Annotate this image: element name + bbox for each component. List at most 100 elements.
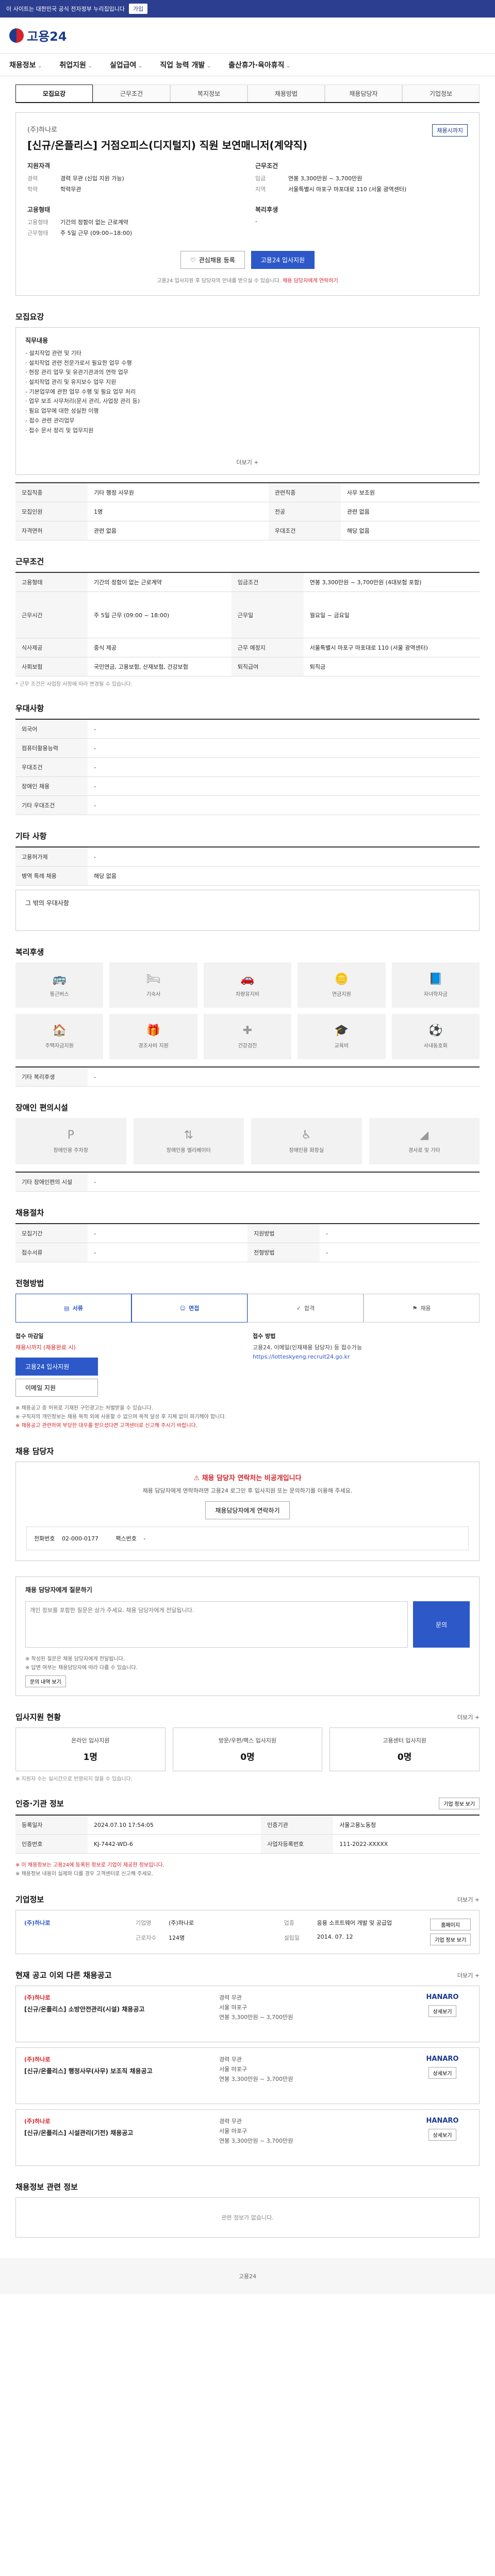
section-title: 모집요강	[15, 312, 44, 321]
nav-item-benefits[interactable]: 실업급여	[110, 60, 142, 70]
tab-requirements[interactable]: 모집요강	[15, 84, 93, 102]
row-label: 기타 장애인편의 시설	[15, 1172, 88, 1192]
process-notes: ※ 채용공고 중 허위로 기재된 구인광고는 처벌받을 수 있습니다. ※ 구직…	[15, 1404, 480, 1430]
company-detail-button[interactable]: 기업 정보 보기	[430, 1934, 471, 1946]
tab-contact[interactable]: 채용담당자	[325, 84, 402, 102]
job-card[interactable]: (주)하나로 [신규/온플리스] 소방안전관리(시설) 채용공고 경력 무관 서…	[15, 1986, 480, 2043]
other-jobs-more-link[interactable]: 더보기 +	[457, 1971, 480, 1979]
job-card-company: (주)하나로	[24, 2118, 51, 2125]
row-value: -	[88, 738, 480, 758]
company-more-link[interactable]: 더보기 +	[457, 1895, 480, 1904]
logo[interactable]: 고용24	[9, 26, 67, 44]
table-row: 기타 우대조건 -	[15, 795, 480, 815]
company-value: (주)하나로	[169, 1920, 194, 1927]
nav-item-training[interactable]: 직업 능력 개발	[160, 60, 211, 70]
company-info-button[interactable]: 기업 정보 보기	[439, 1798, 480, 1810]
contact-recruiter-button[interactable]: 채용담당자에게 연락하기	[205, 1501, 290, 1520]
apply-info: 접수 마감일 채용시까지 (채용완료 시) 고용24 입사지원 이메일 지원 접…	[15, 1332, 480, 1397]
job-card[interactable]: (주)하나로 [신규/온플리스] 시설관리(기전) 채용공고 경력 무관 서울 …	[15, 2109, 480, 2166]
related-empty: 관련 정보가 없습니다.	[15, 2197, 480, 2238]
row-value: 국민연금, 고용보험, 산재보험, 건강보험	[88, 657, 232, 676]
company-box: (주)하나로 기업명 (주)하나로 업종 응용 소프트웨어 개발 및 공급업 근로자…	[15, 1910, 480, 1955]
row-label: 지원방법	[248, 1224, 320, 1243]
status-more-link[interactable]: 더보기 +	[457, 1713, 480, 1721]
inquiry-submit-button[interactable]: 문의	[413, 1601, 470, 1648]
company-label: 설립일	[284, 1935, 300, 1942]
tab-welfare[interactable]: 복지정보	[170, 84, 248, 102]
certification-section: 인증·기관 정보 기업 정보 보기 등록일자 2024.07.10 17:54:0…	[15, 1798, 480, 1878]
inquiry-history-button[interactable]: 문의 내역 보기	[25, 1675, 66, 1688]
phone-label: 전화번호	[34, 1535, 55, 1543]
row-label: 고용허가제	[15, 847, 88, 867]
parking-icon: P	[67, 1129, 74, 1142]
homepage-button[interactable]: 홈페이지	[430, 1919, 471, 1931]
apply-method-value: 고용24, 이메일(인재채용 담당자) 등 접수가능	[253, 1344, 362, 1351]
procedure-section: 채용절차 모집기간 - 지원방법 - 접수서류 - 전형방법 -	[15, 1207, 480, 1262]
interest-button-label: 관심채용 등록	[199, 257, 235, 264]
employment-type-block: 고용형태 고용형태 기간의 정함이 없는 근로계약 근무형태 주 5일 근무 (09…	[27, 205, 240, 240]
step-document: ▤ 서류	[15, 1294, 131, 1323]
row-label: 임금조건	[231, 572, 304, 592]
join-button[interactable]: 가입	[129, 4, 148, 14]
row-value: 해당 없음	[340, 521, 480, 540]
row-value: 서울고용노동청	[333, 1815, 480, 1835]
note-line: ※ 채용공고 관련하여 부당한 대우를 받으셨다면 고객센터로 신고해 주시기 …	[15, 1422, 197, 1429]
welfare-summary-value: -	[255, 218, 257, 225]
company-name-highlight: (주)하나로	[24, 1920, 51, 1927]
row-value: 1명	[88, 502, 269, 521]
job-detail-button[interactable]: 상세보기	[428, 2067, 457, 2079]
row-value: 2024.07.10 17:54:05	[88, 1815, 261, 1835]
apply-method-link[interactable]: https://lotteskyeng.recruit24.go.kr	[253, 1352, 480, 1362]
table-row: 기타 장애인편의 시설 -	[15, 1172, 480, 1192]
tab-company[interactable]: 기업정보	[402, 84, 480, 102]
facility-item: ♿ 장애인용 화장실	[251, 1118, 362, 1164]
condition-heading: 근무조건	[255, 162, 278, 170]
contact-warning: ⚠ 채용 담당자 연락처는 비공개입니다	[26, 1472, 469, 1482]
other-preferred-label: 그 밖의 우대사항	[25, 900, 69, 907]
table-row: 식사제공 중식 제공 근무 예정지 서울특별시 마포구 마포대로 110 (서울 광역…	[15, 638, 480, 657]
more-link[interactable]: 더보기 +	[25, 458, 470, 466]
apply-button-bottom[interactable]: 고용24 입사지원	[15, 1357, 98, 1376]
education-label: 학력	[27, 186, 38, 193]
nav-item-support[interactable]: 취업지원	[59, 60, 92, 70]
contact-recruiter-link[interactable]: 채용 담당자에게 연락하기	[283, 278, 338, 284]
row-value: -	[88, 719, 480, 739]
step-pass: ✓ 합격	[248, 1294, 364, 1323]
company-logo: HANARO	[426, 1993, 459, 2002]
row-value: -	[320, 1224, 480, 1243]
job-card-title[interactable]: [신규/온플리스] 소방안전관리(시설) 채용공고	[24, 2005, 211, 2013]
row-label: 전공	[268, 502, 341, 521]
procedure-table: 모집기간 - 지원방법 - 접수서류 - 전형방법 -	[15, 1223, 480, 1262]
other-section: 기타 사항 고용허가제 - 병역 특례 채용 해당 없음 그 밖의 우대사항	[15, 831, 480, 931]
conditions-note: * 근무 조건은 사업장 사정에 따라 변경될 수 있습니다.	[15, 682, 133, 687]
nav-item-leave[interactable]: 출산휴가·육아휴직	[228, 60, 290, 70]
row-value: -	[88, 847, 480, 867]
job-card-title[interactable]: [신규/온플리스] 행정사무(사무) 보조직 채용공고	[24, 2066, 211, 2075]
table-row: 고용허가제 -	[15, 847, 480, 867]
nav-item-jobs[interactable]: 채용정보	[9, 60, 42, 70]
phone-value: 02-000-0177	[61, 1535, 98, 1543]
row-label: 사회보험	[15, 657, 88, 676]
email-apply-button[interactable]: 이메일 지원	[15, 1378, 98, 1397]
tab-process[interactable]: 채용방법	[248, 84, 325, 102]
tab-conditions[interactable]: 근무조건	[93, 84, 170, 102]
welfare-item: 🎁 경조사비 지원	[109, 1014, 197, 1059]
welfare-summary-heading: 복리후생	[255, 206, 278, 213]
company-logo: HANARO	[426, 2117, 459, 2125]
apply-button[interactable]: 고용24 입사지원	[251, 251, 315, 269]
interest-button[interactable]: ♡ 관심채용 등록	[180, 251, 245, 269]
restroom-icon: ♿	[301, 1129, 312, 1142]
row-value: -	[88, 795, 480, 815]
job-card-title[interactable]: [신규/온플리스] 시설관리(기전) 채용공고	[24, 2128, 211, 2137]
job-detail-button[interactable]: 상세보기	[428, 2129, 457, 2141]
company-value: 응용 소프트웨어 개발 및 공급업	[317, 1920, 392, 1927]
row-value: 연봉 3,300만원 ~ 3,700만원 (4대보험 포함)	[303, 572, 480, 592]
job-card[interactable]: (주)하나로 [신규/온플리스] 행정사무(사무) 보조직 채용공고 경력 무관…	[15, 2047, 480, 2105]
job-card-career: 경력 무관	[219, 2056, 242, 2063]
status-card-value: 0명	[240, 1752, 255, 1763]
welfare-label: 기숙사	[146, 992, 161, 997]
certification-notes: ※ 이 채용정보는 고용24에 등록된 정보로 기업이 제공한 정보입니다. ※…	[15, 1861, 480, 1878]
inquiry-input[interactable]	[25, 1601, 408, 1648]
gift-icon: 🎁	[146, 1024, 161, 1037]
job-detail-button[interactable]: 상세보기	[428, 2005, 457, 2018]
